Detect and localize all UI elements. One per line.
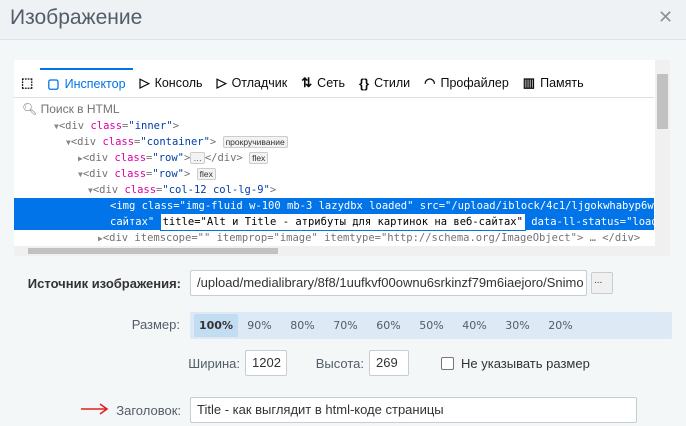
debugger-icon: ▷ xyxy=(216,75,227,90)
size-label: Размер: xyxy=(131,317,180,332)
tab-profiler[interactable]: ◠ Профайлер xyxy=(417,68,516,98)
tab-styles[interactable]: {} Стили xyxy=(352,68,417,98)
source-label: Источник изображения: xyxy=(27,276,181,291)
code-text: data-ll-status="loaded"> xyxy=(531,216,670,228)
tag: <div xyxy=(82,152,115,164)
tab-label: Сеть xyxy=(317,76,345,90)
dom-node[interactable]: ▼<div class="inner"> xyxy=(14,118,654,134)
attr-name: class xyxy=(114,168,147,180)
tag: <div xyxy=(58,120,91,132)
scroll-thumb[interactable] xyxy=(657,74,668,129)
tab-label: Память xyxy=(540,76,584,90)
ellipsis-badge[interactable]: … xyxy=(190,152,205,164)
tag: > xyxy=(172,120,179,132)
attr-value: "inner" xyxy=(128,120,173,132)
tab-label: Стили xyxy=(374,76,411,90)
network-icon: ⇅ xyxy=(301,75,313,90)
devtools-screenshot: ⬚ ▢ Инспектор ▷ Консоль ▷ Отладчик ⇅ Сеть {}… xyxy=(14,60,670,256)
tab-console[interactable]: ▷ Консоль xyxy=(133,68,210,98)
size-30[interactable]: 30% xyxy=(496,314,539,337)
attr-value: "col-12 col-lg-9" xyxy=(162,184,270,196)
flex-badge[interactable]: flex xyxy=(249,152,269,164)
size-100[interactable]: 100% xyxy=(194,314,238,337)
width-label: Ширина: xyxy=(188,356,240,371)
dom-node[interactable]: ▼<div class="col-12 col-lg-9"> xyxy=(14,182,654,198)
memory-chip-icon: ▥ xyxy=(522,75,536,90)
html-search[interactable]: 🔍︎ Поиск в HTML xyxy=(22,102,120,116)
search-placeholder: Поиск в HTML xyxy=(40,102,120,116)
selected-dom-node[interactable]: <img class="img-fluid w-100 mb-3 lazydbx… xyxy=(14,198,670,231)
tab-label: Консоль xyxy=(154,76,203,90)
devtools-toolbar: ⬚ ▢ Инспектор ▷ Консоль ▷ Отладчик ⇅ Сеть {}… xyxy=(14,68,654,98)
size-20[interactable]: 20% xyxy=(539,314,582,337)
tag: <div xyxy=(92,184,125,196)
no-size-checkbox[interactable] xyxy=(441,357,454,370)
size-presets: 100% 90% 80% 70% 60% 50% 40% 30% 20% xyxy=(190,312,672,339)
search-icon: 🔍︎ xyxy=(22,102,38,116)
size-90[interactable]: 90% xyxy=(238,314,281,337)
element-picker-icon: ⬚ xyxy=(21,75,34,90)
inspector-icon: ▢ xyxy=(47,76,60,91)
height-input[interactable]: 269 xyxy=(369,350,409,376)
width-input[interactable]: 1202 xyxy=(245,350,287,376)
tab-network[interactable]: ⇅ Сеть xyxy=(294,68,352,98)
dialog-header: Изображение ✕ xyxy=(0,0,686,40)
console-icon: ▷ xyxy=(139,75,150,90)
attr-value: "row" xyxy=(152,152,184,164)
tag: > xyxy=(183,168,191,180)
size-50[interactable]: 50% xyxy=(410,314,453,337)
source-input[interactable]: /upload/medialibrary/8f8/1uufkvf00ownu6s… xyxy=(190,270,587,296)
attr-value: "container" xyxy=(140,136,210,148)
tag: </div> xyxy=(204,152,243,164)
tab-debugger[interactable]: ▷ Отладчик xyxy=(210,68,295,98)
title-label: Заголовок: xyxy=(116,403,181,418)
size-40[interactable]: 40% xyxy=(453,314,496,337)
tag: > xyxy=(209,136,217,148)
size-80[interactable]: 80% xyxy=(281,314,324,337)
tab-label: Отладчик xyxy=(231,76,288,90)
dom-node[interactable]: ▶<div itemscope="" itemprop="image" item… xyxy=(14,230,654,246)
tab-label: Профайлер xyxy=(440,76,509,90)
selected-line-2: сайтах" title="Alt и Title - атрибуты дл… xyxy=(14,213,670,231)
code-text: <div itemscope="" itemprop="image" itemt… xyxy=(102,232,641,244)
tag: <div xyxy=(82,168,115,180)
horizontal-scrollbar[interactable] xyxy=(14,246,670,256)
no-size-label: Не указывать размер xyxy=(461,356,590,371)
vertical-scrollbar[interactable] xyxy=(655,60,670,246)
dom-node[interactable]: ▼<div class="row"> flex xyxy=(14,166,654,182)
title-input[interactable]: Title - как выглядит в html-коде страниц… xyxy=(190,397,637,423)
code-text: сайтах" xyxy=(110,216,155,228)
attr-name: class xyxy=(124,184,157,196)
scroll-badge[interactable]: прокручивание xyxy=(222,136,288,148)
tag: > xyxy=(269,184,277,196)
size-70[interactable]: 70% xyxy=(324,314,367,337)
tab-memory[interactable]: ▥ Память xyxy=(516,68,591,98)
selected-line-1: <img class="img-fluid w-100 mb-3 lazydbx… xyxy=(110,200,670,212)
close-icon[interactable]: ✕ xyxy=(658,7,673,28)
attr-value: "row" xyxy=(152,168,184,180)
highlighted-title-attr: title="Alt и Title - атрибуты для картин… xyxy=(159,213,526,231)
attr-name: class xyxy=(102,136,135,148)
picker-button[interactable]: ⬚ xyxy=(14,68,40,98)
size-60[interactable]: 60% xyxy=(367,314,410,337)
attr-name: class xyxy=(90,120,123,132)
tab-inspector[interactable]: ▢ Инспектор xyxy=(40,68,133,98)
dom-tree: ▼<div class="inner"> ▼<div class="contai… xyxy=(14,118,670,246)
dom-node[interactable]: ▼<div class="container"> прокручивание xyxy=(14,134,654,150)
height-label: Высота: xyxy=(315,356,364,371)
gauge-icon: ◠ xyxy=(424,75,436,90)
flex-badge[interactable]: flex xyxy=(196,168,216,180)
tag: <div xyxy=(70,136,103,148)
braces-icon: {} xyxy=(358,75,370,91)
dom-node[interactable]: ▶<div class="row">… </div> flex xyxy=(14,150,654,166)
scroll-thumb[interactable] xyxy=(28,248,278,254)
browse-button[interactable]: ... xyxy=(591,272,613,294)
tab-label: Инспектор xyxy=(64,77,126,91)
attr-name: class xyxy=(114,152,147,164)
dialog-title: Изображение xyxy=(10,6,143,29)
